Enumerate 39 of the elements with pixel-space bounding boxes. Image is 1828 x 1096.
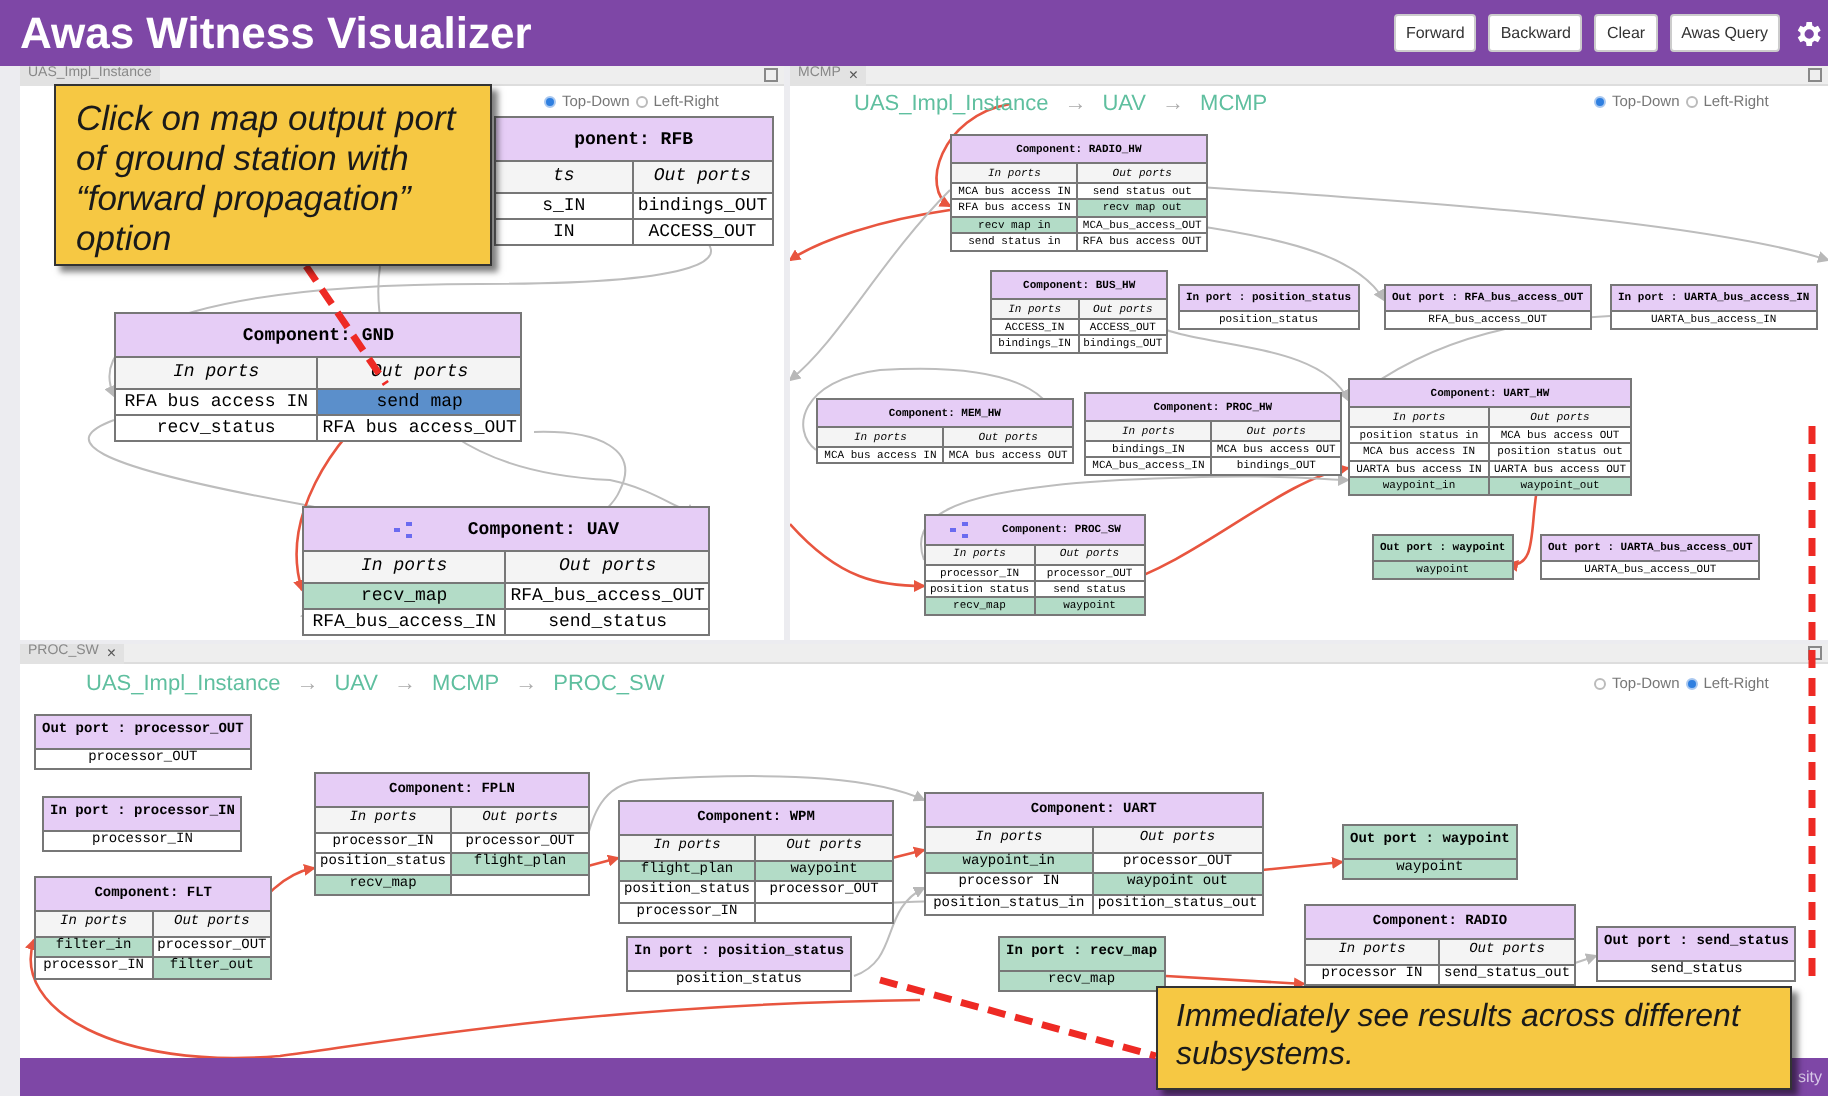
radio-button[interactable] <box>1594 95 1606 108</box>
callout-note: Click on map output port of ground station with “forward propagation” option <box>54 84 492 266</box>
column-header: Out ports <box>633 162 772 194</box>
radio-button[interactable] <box>544 95 556 108</box>
port-cell[interactable]: recv_map <box>304 583 507 611</box>
maximize-icon[interactable] <box>1808 646 1822 660</box>
radio-button[interactable] <box>635 95 648 108</box>
radio-button[interactable] <box>1685 677 1698 690</box>
footer-text: sity <box>1798 1065 1822 1089</box>
column-header: In ports <box>304 552 507 584</box>
toolbar-button[interactable]: Clear <box>1594 14 1658 52</box>
close-button[interactable]: × <box>848 63 859 87</box>
node-title: Component: UAV <box>467 517 620 542</box>
radio-button[interactable] <box>1685 95 1698 108</box>
breadcrumb-separator: → <box>296 670 319 700</box>
toolbar-button[interactable]: Forward <box>1393 14 1477 52</box>
breadcrumb-separator: → <box>394 670 417 700</box>
radio-button[interactable] <box>1594 677 1606 690</box>
breadcrumb-separator: → <box>1162 90 1185 120</box>
node-title: ponent: RFB <box>574 127 694 152</box>
settings-icon[interactable] <box>1792 17 1824 49</box>
maximize-icon[interactable] <box>1808 68 1822 82</box>
port-cell[interactable]: RFA bus access IN <box>116 389 319 417</box>
column-header: ts <box>496 162 634 194</box>
port-cell[interactable]: bindings_OUT <box>633 193 772 221</box>
maximize-icon[interactable] <box>764 68 778 82</box>
column-header: Out ports <box>506 552 709 584</box>
close-button[interactable]: × <box>106 641 117 665</box>
callout-note: Immediately see results across different subsystems. <box>1156 986 1792 1090</box>
toolbar-button[interactable]: Awas Query <box>1669 14 1780 52</box>
port-cell[interactable]: RFA_bus_access_OUT <box>506 583 709 611</box>
toolbar-button[interactable]: Backward <box>1488 14 1583 52</box>
column-header: In ports <box>116 358 319 390</box>
breadcrumb-separator: → <box>515 670 538 700</box>
app-title: Awas Witness Visualizer <box>20 11 532 55</box>
port-cell[interactable]: s_IN <box>496 193 634 221</box>
port-cell[interactable]: send map <box>318 389 521 417</box>
node-title: Component: GND <box>242 323 395 348</box>
breadcrumb-separator: → <box>1064 90 1087 120</box>
